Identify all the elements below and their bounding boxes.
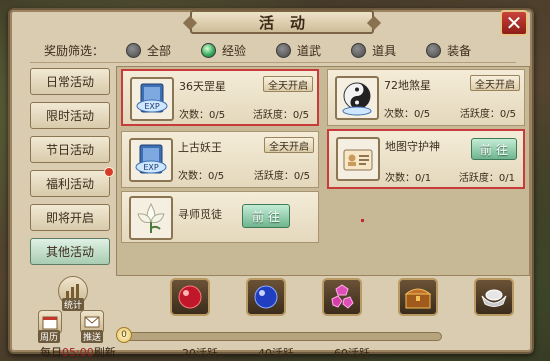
activity-card-yaowang[interactable]: EXP 上古妖王 全天开启 次数：0/5 活跃度：0/5 [121, 131, 319, 188]
milestone-label: 20活跃 [182, 347, 218, 360]
attempt-count: 次数：0/5 [178, 171, 225, 182]
radio-icon [351, 42, 367, 58]
open-all-day-tag: 全天开启 [263, 76, 313, 92]
reward-60[interactable] [322, 278, 362, 316]
filter-option-daowu[interactable]: 道武 [276, 42, 321, 59]
open-all-day-tag: 全天开启 [470, 75, 520, 91]
progress-start-label: 0 [116, 327, 132, 343]
filter-option-items[interactable]: 道具 [351, 42, 396, 59]
tab-daily[interactable]: 日常活动 [30, 68, 110, 95]
svg-text:EXP: EXP [144, 102, 160, 111]
bar-chart-icon [66, 284, 79, 298]
activity-name: 72地煞星 [384, 79, 431, 92]
refresh-time: 05:00 [62, 346, 94, 359]
decoration-dot [361, 219, 364, 222]
radio-icon [426, 42, 442, 58]
attempt-count: 次数：0/5 [384, 109, 431, 120]
filter-option-label: 经验 [222, 43, 247, 58]
activity-points: 活跃度：0/5 [459, 109, 516, 120]
calendar-label: 周历 [38, 330, 61, 343]
reward-filter: 奖励筛选： 全部 经验 道武 道具 装备 [44, 42, 524, 58]
tab-other[interactable]: 其他活动 [30, 238, 110, 265]
filter-option-label: 全部 [147, 43, 172, 58]
activity-card-tiangang[interactable]: EXP 36天罡星 全天开启 次数：0/5 活跃度：0/5 [121, 69, 319, 126]
tab-festival[interactable]: 节日活动 [30, 136, 110, 163]
red-orb-icon [178, 285, 202, 309]
activity-list: EXP 36天罡星 全天开启 次数：0/5 活跃度：0/5 72地煞星 全天开启 [116, 66, 530, 276]
filter-option-all[interactable]: 全部 [126, 42, 171, 59]
activity-card-disha[interactable]: 72地煞星 全天开启 次数：0/5 活跃度：0/5 [327, 69, 525, 126]
tab-limited[interactable]: 限时活动 [30, 102, 110, 129]
stats-label: 统计 [62, 298, 85, 311]
activity-card-mentor[interactable]: 寻师觅徒 前往 [121, 191, 319, 243]
radio-selected-icon [201, 42, 217, 58]
activity-points: 活跃度：0/1 [458, 173, 515, 184]
divider [30, 62, 516, 63]
lily-flower-icon [129, 196, 173, 240]
daily-refresh-text: 每日05:00刷新 [40, 344, 116, 360]
tab-label: 福利活动 [45, 177, 94, 191]
activity-name: 地图守护神 [385, 140, 440, 153]
blue-orb-icon [254, 285, 278, 309]
silver-ingot-icon [481, 289, 507, 307]
filter-option-label: 装备 [447, 43, 472, 58]
yin-yang-icon [335, 76, 379, 120]
treasure-chest-icon [404, 288, 432, 309]
pink-gem-icon [331, 284, 354, 309]
attempt-count: 次数：0/5 [179, 110, 226, 121]
mail-icon [84, 316, 100, 328]
filter-option-label: 道具 [372, 43, 397, 58]
filter-label: 奖励筛选： [44, 43, 105, 58]
filter-option-equipment[interactable]: 装备 [426, 42, 471, 59]
activity-name: 上古妖王 [178, 141, 222, 154]
tab-upcoming[interactable]: 即将开启 [30, 204, 110, 231]
radio-icon [126, 42, 142, 58]
exp-book-icon: EXP [129, 138, 173, 182]
filter-option-exp[interactable]: 经验 [201, 42, 246, 59]
refresh-suffix: 刷新 [93, 346, 116, 359]
open-all-day-tag: 全天开启 [264, 137, 314, 153]
activity-progress [122, 332, 442, 341]
refresh-prefix: 每日 [40, 346, 62, 359]
reward-silver[interactable] [474, 278, 514, 316]
calendar-icon [42, 316, 58, 330]
radio-icon [276, 42, 292, 58]
activity-card-guardian[interactable]: 地图守护神 前往 次数：0/1 活跃度：0/1 [327, 129, 525, 189]
reward-40[interactable] [246, 278, 286, 316]
activity-panel: 活动 ✕ 奖励筛选： 全部 经验 道武 道具 装备 日常活动 限时活动 节日活动 [8, 8, 534, 360]
activity-points: 活跃度：0/5 [252, 110, 309, 121]
mail-label: 推送 [81, 330, 104, 343]
activity-name: 寻师觅徒 [178, 208, 222, 221]
activity-points: 活跃度：0/5 [253, 171, 310, 182]
attempt-count: 次数：0/1 [385, 173, 432, 184]
reward-chest[interactable] [398, 278, 438, 316]
milestone-label: 60活跃 [334, 347, 370, 360]
window-title: 活动 [190, 10, 374, 34]
tab-welfare[interactable]: 福利活动 [30, 167, 114, 197]
id-card-icon [336, 137, 380, 181]
close-icon: ✕ [505, 11, 523, 35]
filter-option-label: 道武 [297, 43, 322, 58]
goto-button[interactable]: 前往 [471, 138, 517, 160]
svg-text:EXP: EXP [143, 163, 159, 172]
close-button[interactable]: ✕ [500, 10, 528, 36]
exp-book-icon: EXP [130, 77, 174, 121]
reward-20[interactable] [170, 278, 210, 316]
notification-badge [104, 167, 114, 177]
activity-name: 36天罡星 [179, 80, 226, 93]
activity-tabs: 日常活动 限时活动 节日活动 福利活动 即将开启 其他活动 [30, 68, 114, 272]
activity-progress-bar: 统计 周历 推送 0 20活跃 40活跃 60活跃 每日05:00刷新 [30, 276, 530, 361]
milestone-label: 40活跃 [258, 347, 294, 360]
goto-button[interactable]: 前往 [242, 204, 290, 228]
